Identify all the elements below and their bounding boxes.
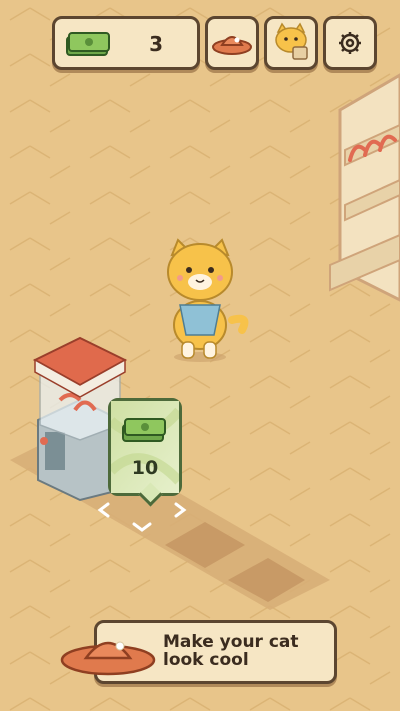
hat-shop-button[interactable] xyxy=(205,16,259,70)
candy-shelf[interactable] xyxy=(329,73,400,302)
tip-text: Make your cat look cool xyxy=(163,633,333,669)
price-value: 10 xyxy=(131,457,159,479)
money-counter: 3 xyxy=(52,16,200,70)
gear-icon xyxy=(339,32,361,54)
purchase-price-card[interactable]: 10 xyxy=(108,398,182,507)
tip-text-line1: Make your cat xyxy=(163,632,299,652)
tip-text-line2: look cool xyxy=(163,650,249,670)
cash-stack-icon xyxy=(122,418,166,442)
settings-button[interactable] xyxy=(323,16,377,70)
red-hat-icon xyxy=(60,641,156,676)
cat-collection-button[interactable] xyxy=(264,16,318,70)
red-hat-icon xyxy=(212,36,252,55)
game-scene xyxy=(0,0,400,711)
cat-portrait-icon xyxy=(275,22,308,60)
money-count: 3 xyxy=(149,32,163,56)
cash-stack-icon xyxy=(66,32,110,56)
